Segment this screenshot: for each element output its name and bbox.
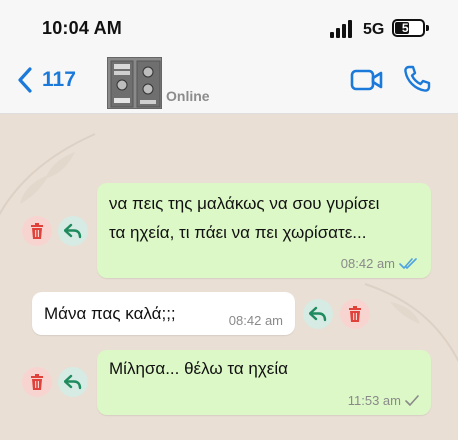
status-time: 10:04 AM xyxy=(42,18,122,38)
delete-message-button[interactable] xyxy=(340,299,370,329)
message-meta: 11:53 am xyxy=(348,393,419,408)
message-bubble-outgoing[interactable]: να πεις της μαλάκως να σου γυρίσει τα ηχ… xyxy=(97,183,431,278)
reply-message-button[interactable] xyxy=(58,367,88,397)
trash-icon xyxy=(349,306,361,322)
phone-icon xyxy=(404,65,431,92)
voice-call-button[interactable] xyxy=(402,64,432,94)
avatar[interactable] xyxy=(107,57,162,109)
message-text: Μάνα πας καλά;;; xyxy=(44,304,176,323)
battery-level: 50 xyxy=(401,21,416,35)
battery-tip xyxy=(426,25,429,31)
message-time: 11:53 am xyxy=(347,393,401,408)
contact-status: Online xyxy=(166,88,210,104)
battery-icon: 50 xyxy=(392,19,425,37)
reply-icon xyxy=(309,306,327,322)
video-call-button[interactable] xyxy=(350,67,384,93)
avatar-image xyxy=(108,58,161,108)
single-check-icon xyxy=(405,394,419,406)
message-meta: 08:42 am xyxy=(229,313,283,328)
message-text: να πεις της μαλάκως να σου γυρίσει τα ηχ… xyxy=(109,189,379,247)
message-text: Μίλησα... θέλω τα ηχεία xyxy=(109,359,288,378)
unread-count: 117 xyxy=(42,68,76,91)
reply-message-button[interactable] xyxy=(303,299,333,329)
delete-message-button[interactable] xyxy=(22,367,52,397)
video-camera-icon xyxy=(350,69,383,91)
signal-icon xyxy=(330,20,356,38)
chat-header: 117 Online xyxy=(0,52,458,114)
trash-icon xyxy=(31,374,43,390)
reply-icon xyxy=(64,223,82,239)
reply-icon xyxy=(64,374,82,390)
double-check-icon xyxy=(399,257,417,269)
message-line: τα ηχεία, τι πάει να πει χωρίσατε... xyxy=(109,223,367,242)
message-time: 08:42 am xyxy=(228,313,283,328)
message-meta: 08:42 am xyxy=(341,256,419,271)
reply-message-button[interactable] xyxy=(58,216,88,246)
network-type: 5G xyxy=(363,21,385,38)
delete-message-button[interactable] xyxy=(22,216,52,246)
chat-area[interactable]: να πεις της μαλάκως να σου γυρίσει τα ηχ… xyxy=(0,114,458,440)
trash-icon xyxy=(31,223,43,239)
message-bubble-incoming[interactable]: Μάνα πας καλά;;; 08:42 am xyxy=(32,292,295,335)
message-time: 08:42 am xyxy=(340,256,395,271)
status-bar: 10:04 AM 5G 50 xyxy=(0,0,458,52)
message-line: να πεις της μαλάκως να σου γυρίσει xyxy=(109,194,380,213)
chevron-left-icon xyxy=(18,67,32,93)
message-bubble-outgoing[interactable]: Μίλησα... θέλω τα ηχεία 11:53 am xyxy=(97,350,431,415)
back-button[interactable]: 117 xyxy=(16,64,76,96)
